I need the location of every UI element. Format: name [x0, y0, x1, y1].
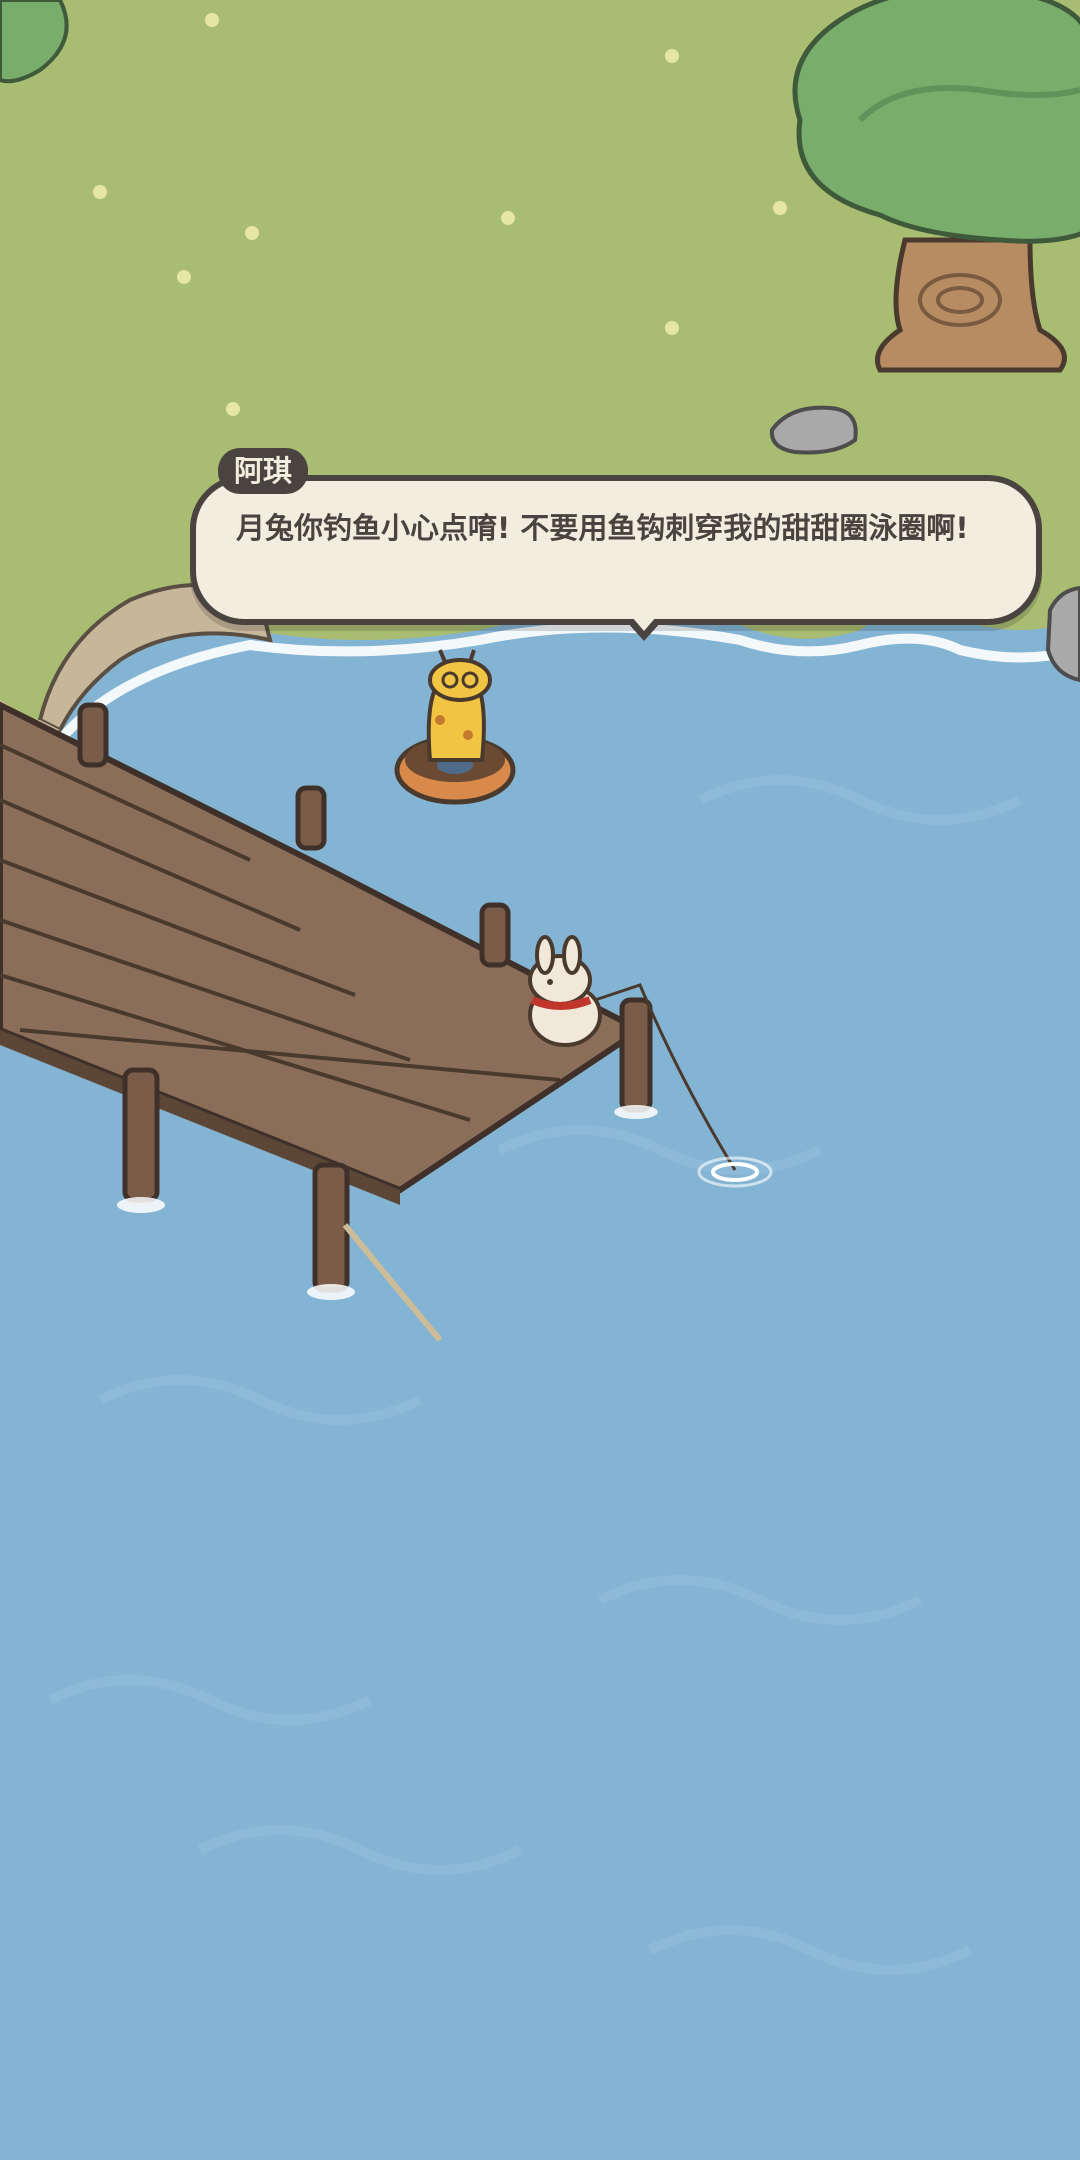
dialogue-text: 月兔你钓鱼小心点唷! 不要用鱼钩刺穿我的甜甜圈泳圈啊!	[236, 511, 969, 545]
dialogue-tail-inner	[632, 617, 656, 631]
game-scene[interactable]: 月兔你钓鱼小心点唷! 不要用鱼钩刺穿我的甜甜圈泳圈啊! 阿琪	[0, 0, 1080, 2160]
speaker-name-tag: 阿琪	[218, 448, 309, 494]
world-background	[0, 0, 1080, 2160]
dialogue-bubble[interactable]: 月兔你钓鱼小心点唷! 不要用鱼钩刺穿我的甜甜圈泳圈啊!	[190, 475, 1042, 641]
